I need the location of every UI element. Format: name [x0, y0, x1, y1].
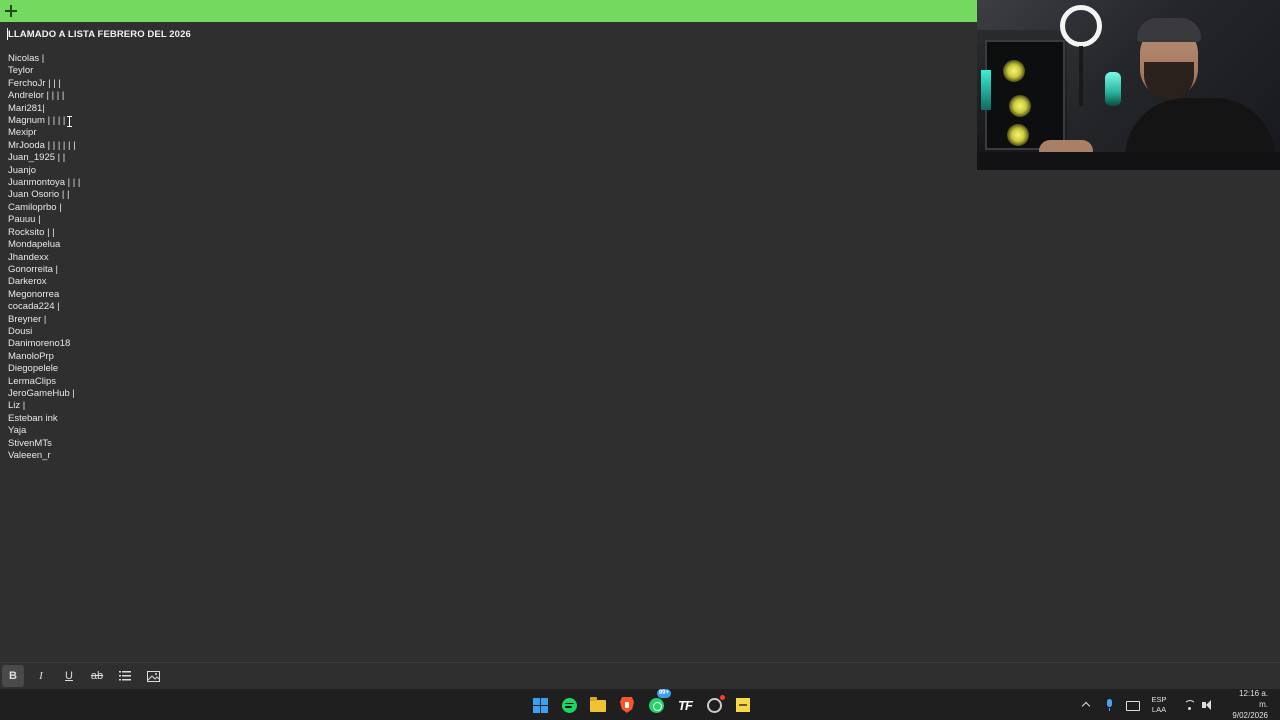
webcam-desk	[977, 152, 1280, 170]
webcam-fan	[1007, 124, 1029, 146]
note-header	[0, 0, 977, 22]
list-item[interactable]: ManoloPrp	[8, 351, 80, 363]
format-toolbar: B I U ab	[0, 662, 1280, 689]
bold-button[interactable]: B	[2, 665, 24, 687]
list-item[interactable]: Rocksito | |	[8, 227, 80, 239]
list-item[interactable]: StivenMTs	[8, 438, 80, 450]
spotify-button[interactable]	[556, 692, 582, 718]
webcam-ring-stand	[1079, 46, 1083, 106]
insert-image-button[interactable]	[142, 665, 164, 687]
underline-button[interactable]: U	[58, 665, 80, 687]
list-item[interactable]: Megonorrea	[8, 289, 80, 301]
brave-button[interactable]	[614, 692, 640, 718]
file-explorer-button[interactable]	[585, 692, 611, 718]
name-list[interactable]: Nicolas | Teylor FerchoJr | | | Andrelor | …	[8, 53, 80, 462]
image-icon	[146, 670, 160, 682]
list-item[interactable]: Juan_1925 | |	[8, 152, 80, 164]
clock-time: 12:16 a. m.	[1239, 689, 1268, 709]
chrome-icon	[706, 694, 725, 713]
strikethrough-button[interactable]: ab	[86, 665, 108, 687]
keyboard-icon[interactable]	[1124, 695, 1140, 715]
list-item[interactable]: Juanmontoya | | |	[8, 177, 80, 189]
list-item[interactable]: Juanjo	[8, 165, 80, 177]
wifi-icon[interactable]	[1182, 695, 1198, 715]
list-item[interactable]: FerchoJr | | |	[8, 78, 80, 90]
list-item[interactable]: Andrelor | | | |	[8, 90, 80, 102]
bullet-list-button[interactable]	[114, 665, 136, 687]
file-explorer-icon	[590, 697, 606, 712]
list-item[interactable]: Jhandexx	[8, 252, 80, 264]
brave-icon	[620, 697, 634, 713]
list-item[interactable]: Nicolas |	[8, 53, 80, 65]
windows-start-button[interactable]	[527, 692, 553, 718]
taskbar: 99+ TF ESP LAA 12:16 a. m. 9/02/2026	[0, 689, 1280, 720]
chrome-button[interactable]	[701, 692, 727, 718]
whatsapp-icon	[648, 697, 664, 713]
list-item[interactable]: Breyner |	[8, 314, 80, 326]
list-item[interactable]: Mexipr	[8, 127, 80, 139]
list-item[interactable]: Esteban ink	[8, 413, 80, 425]
list-item[interactable]: Valeeen_r	[8, 450, 80, 462]
list-item[interactable]: JeroGameHub |	[8, 388, 80, 400]
list-item[interactable]: Gonorreita |	[8, 264, 80, 276]
add-note-icon[interactable]	[4, 4, 18, 18]
webcam-ring-light	[1060, 5, 1102, 47]
language-code: ESP	[1151, 694, 1167, 704]
list-item[interactable]: Darkerox	[8, 276, 80, 288]
webcam-person-cap	[1137, 18, 1201, 42]
list-item[interactable]: Liz |	[8, 400, 80, 412]
webcam-led-strip	[981, 70, 991, 110]
volume-icon[interactable]	[1200, 695, 1216, 715]
sticky-notes-icon	[736, 698, 750, 712]
webcam-fan	[1009, 95, 1031, 117]
show-hidden-icons-chevron-up-icon[interactable]	[1076, 695, 1096, 715]
keyboard-layout: LAA	[1151, 704, 1167, 714]
list-item[interactable]: Dousi	[8, 326, 80, 338]
list-item[interactable]: Mondapelua	[8, 239, 80, 251]
webcam-person-beard	[1144, 62, 1194, 100]
note-body[interactable]: LLAMADO A LISTA FEBRERO DEL 2026 Nicolas…	[0, 22, 977, 662]
language-indicator[interactable]: ESP LAA	[1148, 695, 1170, 715]
webcam-overlay	[977, 0, 1280, 170]
list-item[interactable]: Teylor	[8, 65, 80, 77]
tf-app-button[interactable]: TF	[672, 692, 698, 718]
sticky-notes-button[interactable]	[730, 692, 756, 718]
list-item[interactable]: MrJooda | | | | | |	[8, 140, 80, 152]
list-item[interactable]: Diegopelele	[8, 363, 80, 375]
italic-button[interactable]: I	[30, 665, 52, 687]
list-item[interactable]: Pauuu |	[8, 214, 80, 226]
ibeam-cursor-icon	[67, 116, 72, 127]
note-title[interactable]: LLAMADO A LISTA FEBRERO DEL 2026	[8, 29, 191, 40]
bullet-list-icon	[119, 671, 131, 681]
whatsapp-button[interactable]: 99+	[643, 689, 671, 718]
microphone-icon[interactable]	[1102, 695, 1118, 715]
webcam-fan	[1003, 60, 1025, 82]
list-item[interactable]: Camiloprbo |	[8, 202, 80, 214]
system-tray: ESP LAA 12:16 a. m. 9/02/2026	[1076, 689, 1280, 720]
clock[interactable]: 12:16 a. m. 9/02/2026	[1228, 688, 1268, 720]
list-item[interactable]: cocada224 |	[8, 301, 80, 313]
list-item[interactable]: LermaClips	[8, 376, 80, 388]
notification-badge: 99+	[656, 689, 671, 698]
spotify-icon	[561, 697, 577, 713]
clock-date: 9/02/2026	[1232, 711, 1268, 720]
tf-icon: TF	[678, 697, 693, 713]
list-item[interactable]: Juan Osorio | |	[8, 189, 80, 201]
list-item[interactable]: Danimoreno18	[8, 338, 80, 350]
webcam-microphone	[1105, 72, 1121, 106]
windows-start-icon	[532, 697, 548, 713]
taskbar-apps: 99+ TF	[527, 689, 759, 718]
list-item[interactable]: Yaja	[8, 425, 80, 437]
list-item[interactable]: Mari281|	[8, 103, 80, 115]
